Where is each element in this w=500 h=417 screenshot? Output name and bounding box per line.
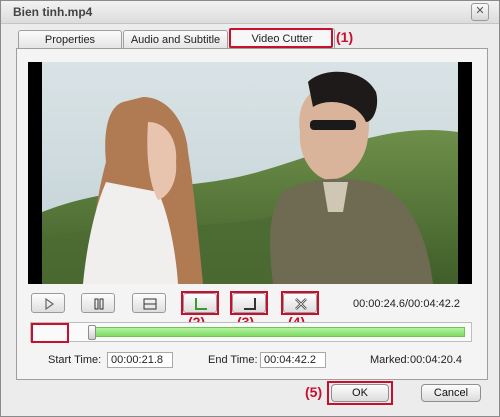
marked-duration: 00:04:20.4	[410, 354, 462, 366]
play-button[interactable]	[31, 293, 65, 313]
cancel-button[interactable]: Cancel	[421, 384, 481, 402]
tab-video-cutter[interactable]: Video Cutter	[229, 28, 335, 50]
close-button[interactable]: ✕	[471, 3, 489, 21]
delete-segment-button[interactable]	[283, 293, 317, 313]
stop-icon	[143, 298, 157, 310]
marked-label: Marked:	[370, 354, 410, 366]
end-time-field[interactable]	[260, 352, 326, 368]
close-icon: ✕	[475, 5, 485, 17]
title-bar[interactable]: Bien tinh.mp4 ✕	[1, 1, 499, 24]
playback-timecode: 00:00:24.6/00:04:42.2	[353, 298, 461, 310]
pause-icon	[94, 298, 104, 310]
timeline-playhead[interactable]	[88, 325, 96, 340]
start-time-label: Start Time:	[48, 354, 102, 366]
mark-end-button[interactable]	[232, 293, 266, 313]
timeline-track[interactable]	[30, 322, 472, 342]
pause-button[interactable]	[81, 293, 115, 313]
window-title: Bien tinh.mp4	[13, 5, 93, 19]
stop-button[interactable]	[132, 293, 166, 313]
mark-start-icon	[195, 298, 207, 310]
annotation-label-5: (5)	[305, 384, 323, 400]
play-icon	[45, 297, 55, 311]
end-time-label: End Time:	[208, 354, 258, 366]
start-time-field[interactable]	[107, 352, 173, 368]
tab-audio-and-subtitle[interactable]: Audio and Subtitle	[123, 30, 228, 49]
ok-button[interactable]: OK	[331, 384, 389, 402]
timeline-marked-range	[94, 327, 465, 337]
annotation-label-1: (1)	[336, 29, 354, 45]
tab-properties[interactable]: Properties	[18, 30, 122, 49]
video-preview	[28, 62, 472, 284]
video-frame-image	[42, 62, 458, 284]
mark-end-icon	[244, 298, 256, 310]
delete-segment-icon	[295, 298, 307, 310]
mark-start-button[interactable]	[183, 293, 217, 313]
